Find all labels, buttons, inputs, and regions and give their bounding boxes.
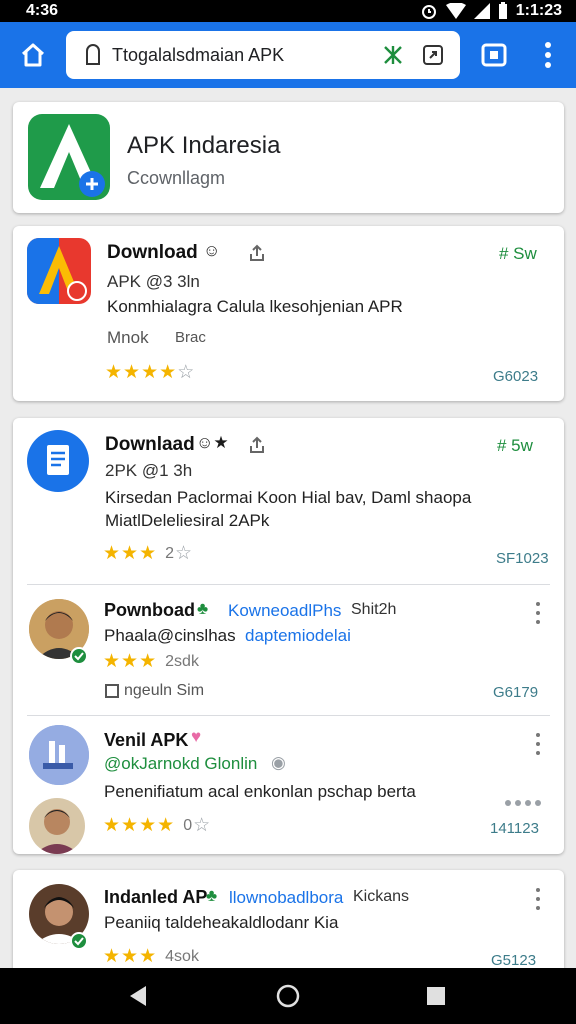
app-icon-2 [27, 430, 89, 492]
emoji-icon: ☺★ [196, 433, 229, 452]
status-bar: 4:36 1:1:23 [0, 0, 576, 22]
app-card-3[interactable]: Indanled AP ♣ llownobadlbora Kickans Pea… [13, 870, 564, 970]
site-logo [28, 114, 110, 200]
size-label: # Sw [499, 244, 537, 263]
rating-stars: ★ ★ ★ ★ ☆ [105, 362, 195, 383]
rating-stars: ★ ★ ★ 2sdk [103, 651, 199, 672]
download-button[interactable] [378, 40, 408, 70]
back-icon [130, 986, 146, 1006]
item-code-2: 141123 [490, 820, 539, 837]
rating-count: 2 [165, 544, 175, 562]
home-icon [21, 43, 45, 67]
tag-1[interactable]: Mnok [107, 328, 149, 348]
navigation-bar [0, 968, 576, 1024]
emoji-icon: ☺ [203, 241, 221, 260]
heart-icon: ♥ [191, 727, 202, 746]
app-code-2: SF1023 [496, 550, 549, 567]
back-button[interactable] [118, 976, 158, 1016]
rating-stars: ★ ★ ★ ★ 0 ☆ [103, 815, 211, 836]
loading-dots-icon [505, 800, 541, 806]
share-icon[interactable] [249, 244, 265, 262]
verified-icon [70, 647, 88, 665]
rating-stars: ★ ★ ★ 2 ☆ [103, 543, 193, 564]
app-card-1[interactable]: Download ☺ # Sw APK @3 3ln Konmhialagra … [13, 226, 564, 401]
recents-icon [427, 987, 445, 1005]
download-icon [384, 46, 402, 64]
site-title: APK Indaresia [127, 132, 281, 159]
app-desc-2a: Kirsedan Paclormai Koon Hial bav, Daml s… [105, 488, 472, 507]
item-code-1: G6179 [493, 684, 539, 701]
app-code-1: G6023 [493, 368, 539, 385]
divider [27, 584, 550, 585]
wifi-icon [445, 3, 466, 19]
more-options-button[interactable] [534, 733, 542, 755]
site-header-card [13, 102, 564, 213]
site-subtitle: Ccownllagm [127, 168, 226, 188]
app-icon-3[interactable] [29, 725, 89, 785]
rating-count: 4sok [165, 947, 199, 965]
app-meta-2: 2PK @1 3h [105, 461, 193, 480]
url-text[interactable]: Ttogalalsdmaian APK [112, 45, 368, 66]
android-icon: ♣ [197, 599, 209, 618]
tag-2[interactable]: Brac [175, 329, 206, 346]
avatar[interactable] [29, 798, 85, 854]
home-button[interactable] [11, 33, 55, 77]
home-nav-button[interactable] [268, 976, 308, 1016]
item-note-1: ngeuln Sim [124, 682, 205, 699]
more-options-button[interactable] [534, 602, 542, 624]
item-handle-link-1[interactable]: daptemiodelai [245, 626, 351, 646]
app-list-card: Downlaad ☺★ # 5w 2PK @1 3h Kirsedan Pacl… [13, 418, 564, 854]
size-label: # 5w [497, 436, 533, 455]
alarm-icon [421, 5, 436, 19]
app-meta-1: APK @3 3ln [107, 272, 200, 291]
app-desc-1: Konmhialagra Calula lkesohjenian APR [107, 297, 403, 316]
divider [27, 715, 550, 716]
battery-icon [498, 2, 507, 19]
item-code-3: G5123 [491, 952, 537, 969]
item-handle-2[interactable]: @okJarnokd Glonlin [104, 754, 257, 774]
item-meta-3: Kickans [353, 888, 410, 905]
status-clock: 1:1:23 [515, 2, 562, 19]
more-options-button[interactable] [534, 888, 542, 910]
item-title-2: Venil APK [104, 730, 189, 750]
share-icon[interactable] [249, 436, 265, 454]
item-meta-1: Shit2h [351, 601, 397, 618]
menu-icon [545, 42, 551, 68]
item-link-3[interactable]: llownobadlbora [229, 888, 343, 908]
menu-button[interactable] [526, 33, 570, 77]
item-desc-2: Penenifiatum acal enkonlan pschap berta [104, 782, 416, 801]
item-handle-1: Phaala@cinslhas [104, 626, 236, 645]
app-icon-1 [27, 238, 91, 304]
tabs-button[interactable] [472, 33, 516, 77]
lock-icon [86, 44, 100, 65]
address-bar[interactable]: Ttogalalsdmaian APK [66, 31, 460, 79]
share-icon [423, 45, 443, 65]
android-icon: ♣ [206, 886, 218, 905]
info-icon: ◉ [271, 753, 286, 772]
home-circle-icon [276, 984, 300, 1008]
item-desc-3: Peaniiq taldeheakaldlodanr Kia [104, 913, 339, 932]
rating-stars: ★ ★ ★ 4sok [103, 946, 199, 967]
app-desc-2b: MiatlDeleliesiral 2APk [105, 511, 270, 530]
item-title-3: Indanled AP [104, 887, 208, 907]
item-title-1: Pownboad [104, 600, 195, 620]
browser-toolbar: Ttogalalsdmaian APK [0, 22, 576, 88]
app-title-2: Downlaad [105, 434, 195, 455]
item-link-1[interactable]: KowneoadlPhs [228, 601, 341, 621]
checkbox[interactable] [105, 684, 119, 698]
tabs-icon [481, 43, 507, 67]
recents-button[interactable] [416, 976, 456, 1016]
status-time: 4:36 [26, 2, 59, 19]
verified-icon [70, 932, 88, 950]
app-title-1: Download [107, 242, 198, 263]
share-button[interactable] [418, 40, 448, 70]
signal-icon [473, 3, 490, 19]
rating-count: 2sdk [165, 652, 199, 670]
rating-count: 0 [183, 816, 193, 834]
